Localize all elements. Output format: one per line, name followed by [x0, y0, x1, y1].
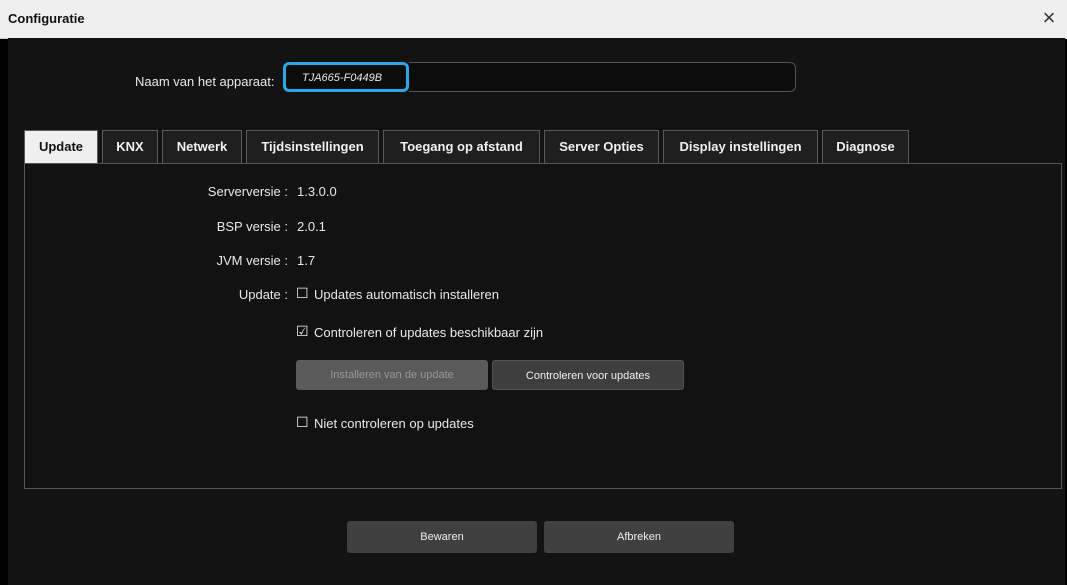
- update-label: Update :: [238, 287, 288, 302]
- tab-server-opties[interactable]: Server Opties: [544, 130, 659, 163]
- check-available-label: Controleren of updates beschikbaar zijn: [314, 325, 544, 340]
- no-check-label: Niet controleren op updates: [314, 416, 474, 431]
- device-name-value: TJA665-F0449B: [302, 72, 383, 84]
- save-button[interactable]: Bewaren: [347, 521, 537, 553]
- device-name-input-extension[interactable]: [409, 62, 796, 92]
- tab-display-instellingen[interactable]: Display instellingen: [663, 130, 818, 163]
- device-name-input[interactable]: TJA665-F0449B: [283, 62, 409, 92]
- auto-install-label: Updates automatisch installeren: [314, 287, 499, 302]
- tab-tijdsinstellingen[interactable]: Tijdsinstellingen: [246, 130, 379, 163]
- tab-netwerk[interactable]: Netwerk: [162, 130, 242, 163]
- jvm-version-label: JVM versie :: [216, 253, 288, 268]
- jvm-version-value: 1.7: [297, 253, 316, 268]
- device-name-label: Naam van het apparaat:: [135, 74, 275, 89]
- close-icon[interactable]: ×: [1037, 6, 1061, 30]
- title-bar: Configuratie ×: [0, 0, 1067, 39]
- tab-update[interactable]: Update: [24, 130, 98, 163]
- server-version-value: 1.3.0.0: [297, 184, 337, 199]
- tab-knx[interactable]: KNX: [102, 130, 158, 163]
- bsp-version-label: BSP versie :: [216, 219, 288, 234]
- cancel-button[interactable]: Afbreken: [544, 521, 734, 553]
- tab-toegang-op-afstand[interactable]: Toegang op afstand: [383, 130, 540, 163]
- checkbox-checked-icon[interactable]: ☑: [296, 323, 309, 340]
- bsp-version-value: 2.0.1: [297, 219, 326, 234]
- checkbox-unchecked-icon[interactable]: ☐: [296, 414, 309, 431]
- window-title: Configuratie: [8, 11, 85, 26]
- server-version-label: Serverversie :: [207, 184, 288, 199]
- tab-diagnose[interactable]: Diagnose: [822, 130, 909, 163]
- checkbox-unchecked-icon[interactable]: ☐: [296, 285, 309, 302]
- install-update-button[interactable]: Installeren van de update: [296, 360, 488, 390]
- check-updates-button[interactable]: Controleren voor updates: [492, 360, 684, 390]
